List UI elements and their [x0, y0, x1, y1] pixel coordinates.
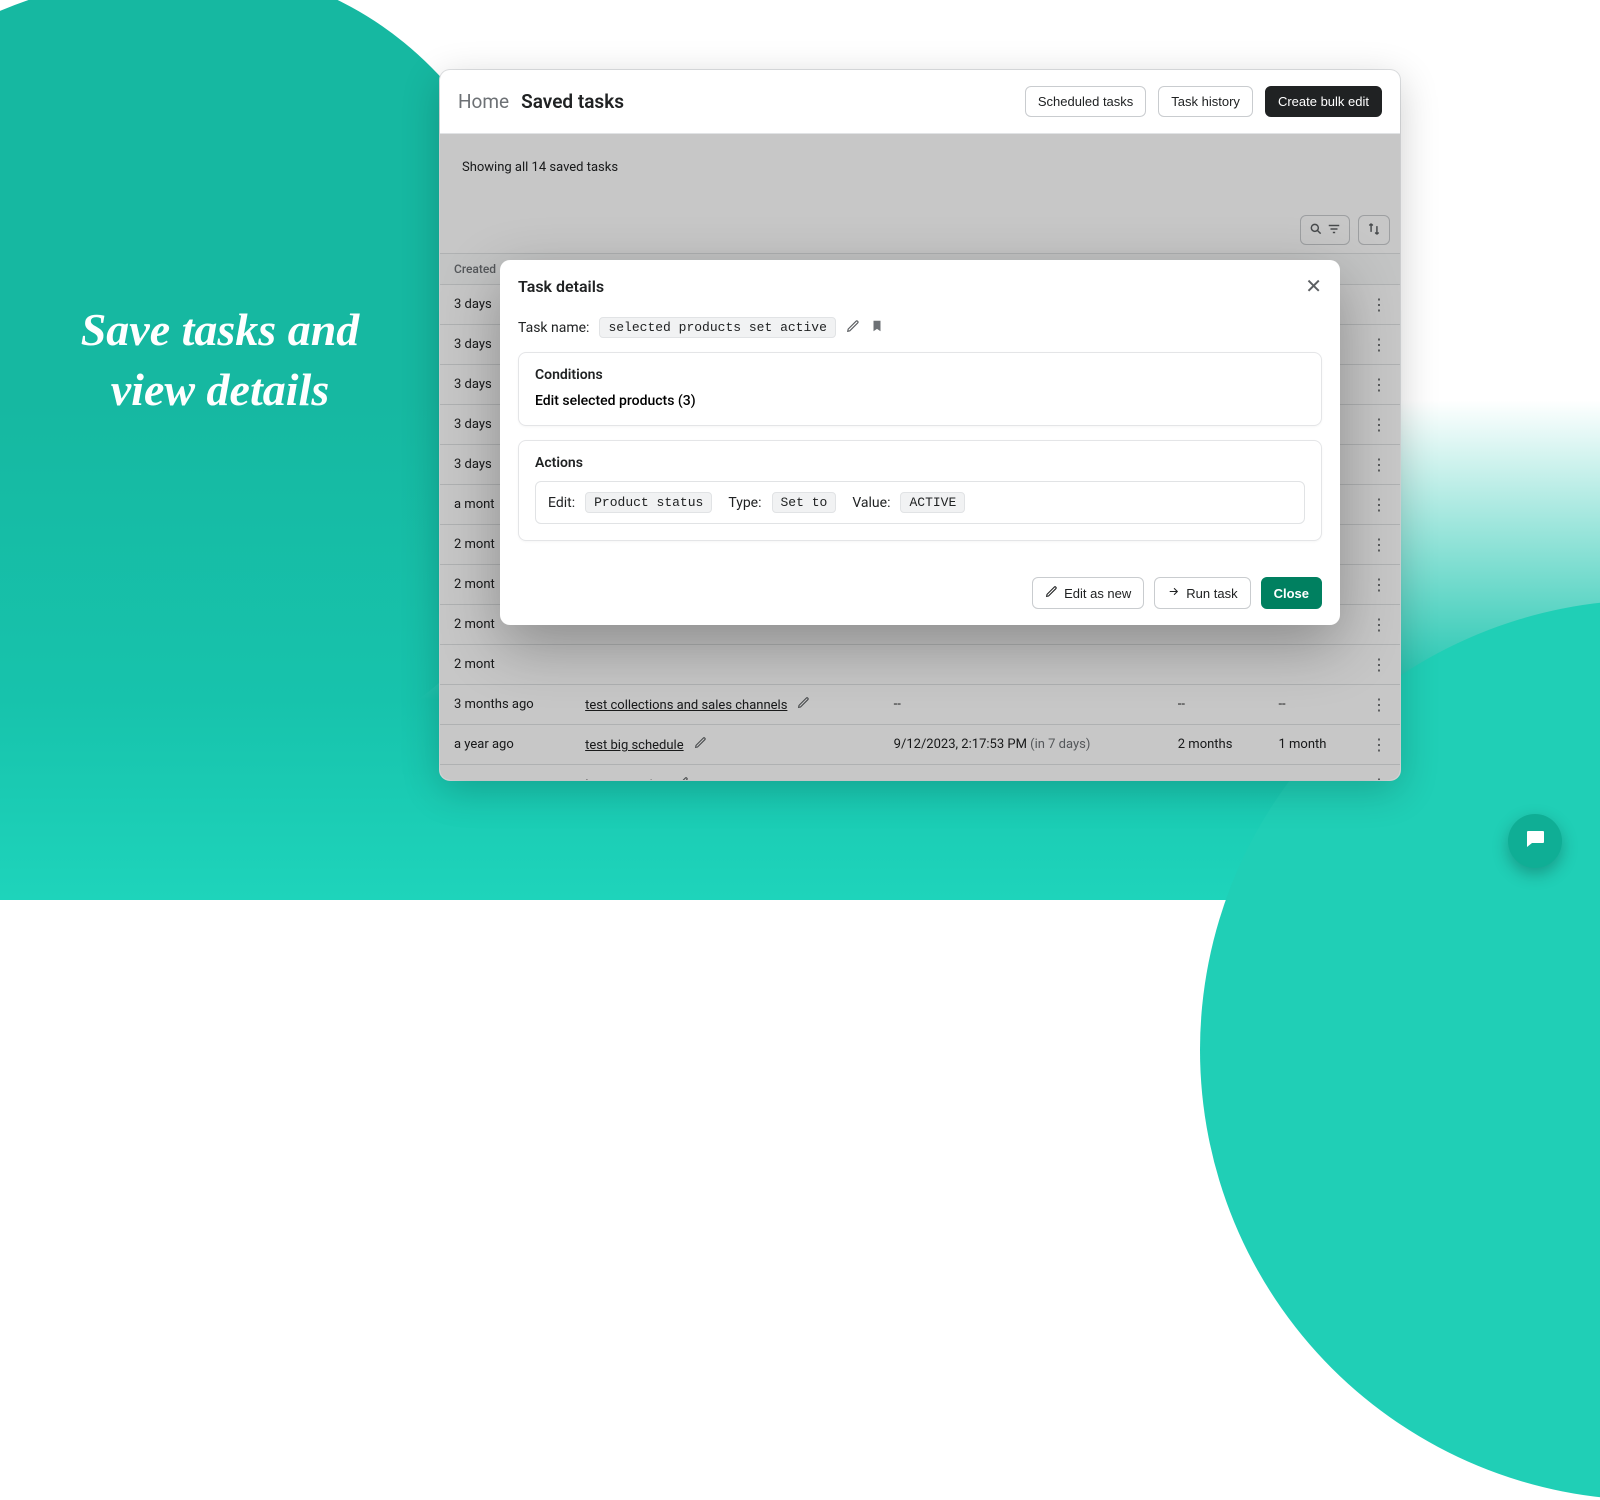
cell-created: 2 mont — [440, 645, 571, 685]
cell-next-run: 9/12/2023, 2:17:53 PM (in 7 days) — [880, 725, 1164, 765]
row-actions-menu[interactable]: ⋮ — [1357, 325, 1400, 365]
row-actions-menu[interactable]: ⋮ — [1357, 725, 1400, 765]
value-label: Value: — [852, 495, 890, 511]
row-actions-menu[interactable]: ⋮ — [1357, 405, 1400, 445]
cell-created: 3 months ago — [440, 685, 571, 725]
breadcrumb-home[interactable]: Home — [458, 90, 509, 113]
row-actions-menu[interactable]: ⋮ — [1357, 645, 1400, 685]
row-actions-menu[interactable]: ⋮ — [1357, 485, 1400, 525]
app-header: Home Saved tasks Scheduled tasks Task hi… — [440, 70, 1400, 134]
row-actions-menu[interactable]: ⋮ — [1357, 565, 1400, 605]
scheduled-tasks-button[interactable]: Scheduled tasks — [1025, 86, 1146, 117]
chat-icon — [1523, 827, 1547, 855]
edit-label: Edit: — [548, 495, 575, 511]
chat-fab[interactable] — [1508, 814, 1562, 868]
cell-col4: -- — [1164, 685, 1265, 725]
cell-col5 — [1264, 645, 1357, 685]
create-bulk-edit-button[interactable]: Create bulk edit — [1265, 86, 1382, 117]
task-details-modal: Task details ✕ Task name: selected produ… — [500, 260, 1340, 625]
table-toolbar — [440, 215, 1400, 253]
search-icon — [1309, 222, 1323, 239]
edit-as-new-button[interactable]: Edit as new — [1032, 577, 1144, 609]
task-name-link[interactable]: test big schedule — [585, 738, 683, 753]
edit-as-new-label: Edit as new — [1064, 586, 1131, 601]
edit-value: Product status — [585, 492, 712, 513]
results-summary: Showing all 14 saved tasks — [440, 134, 1400, 215]
conditions-title: Conditions — [535, 367, 1305, 383]
pencil-icon[interactable] — [797, 698, 810, 713]
pencil-icon — [1045, 585, 1058, 601]
cell-name — [571, 645, 880, 685]
filter-icon — [1327, 222, 1341, 239]
type-label: Type: — [728, 495, 761, 511]
breadcrumb-current: Saved tasks — [521, 90, 624, 113]
search-filter-button[interactable] — [1300, 215, 1350, 245]
cell-col5: -- — [1264, 765, 1357, 781]
run-icon — [1167, 585, 1180, 601]
cell-col4: -- — [1164, 765, 1265, 781]
task-name-label: Task name: — [518, 320, 589, 336]
run-task-button[interactable]: Run task — [1154, 577, 1250, 609]
actions-card: Actions Edit: Product status Type: Set t… — [518, 440, 1322, 541]
conditions-text: Edit selected products (3) — [535, 393, 1305, 409]
row-actions-menu[interactable]: ⋮ — [1357, 285, 1400, 325]
task-name-row: Task name: selected products set active — [518, 317, 1322, 338]
hero-heading: Save tasks and view details — [40, 300, 400, 420]
row-actions-menu[interactable]: ⋮ — [1357, 605, 1400, 645]
cell-next-run — [880, 645, 1164, 685]
bookmark-icon[interactable] — [870, 318, 884, 338]
cell-col5: -- — [1264, 685, 1357, 725]
cell-created: a year ago — [440, 725, 571, 765]
cell-col4 — [1164, 645, 1265, 685]
table-row[interactable]: a year ago test big schedule 9/12/2023, 2:… — [440, 725, 1400, 765]
task-history-button[interactable]: Task history — [1158, 86, 1253, 117]
table-row[interactable]: 3 months ago test collections and sales c… — [440, 685, 1400, 725]
row-actions-menu[interactable]: ⋮ — [1357, 685, 1400, 725]
row-actions-menu[interactable]: ⋮ — [1357, 765, 1400, 781]
cell-col4: 2 months — [1164, 725, 1265, 765]
task-name-value: selected products set active — [599, 317, 835, 338]
cell-next-run: -- — [880, 685, 1164, 725]
task-name-link[interactable]: Increase price — [585, 778, 666, 780]
modal-title: Task details — [518, 277, 604, 296]
action-row: Edit: Product status Type: Set to Value:… — [535, 481, 1305, 524]
cell-name: test big schedule — [571, 725, 880, 765]
type-value: Set to — [772, 492, 837, 513]
cell-name: Increase price — [571, 765, 880, 781]
cell-next-run: -- — [880, 765, 1164, 781]
cell-created: a year ago — [440, 765, 571, 781]
value-value: ACTIVE — [900, 492, 965, 513]
sort-button[interactable] — [1358, 215, 1390, 245]
table-row[interactable]: a year agoIncrease price------⋮ — [440, 765, 1400, 781]
run-task-label: Run task — [1186, 586, 1237, 601]
table-row[interactable]: 2 mont ⋮ — [440, 645, 1400, 685]
edit-name-icon[interactable] — [846, 319, 860, 337]
row-actions-menu[interactable]: ⋮ — [1357, 525, 1400, 565]
sort-icon — [1367, 222, 1381, 239]
row-actions-menu[interactable]: ⋮ — [1357, 445, 1400, 485]
cell-col5: 1 month — [1264, 725, 1357, 765]
task-name-link[interactable]: test collections and sales channels — [585, 698, 787, 713]
cell-name: test collections and sales channels — [571, 685, 880, 725]
actions-title: Actions — [535, 455, 1305, 471]
close-icon[interactable]: ✕ — [1305, 274, 1322, 299]
conditions-card: Conditions Edit selected products (3) — [518, 352, 1322, 426]
row-actions-menu[interactable]: ⋮ — [1357, 365, 1400, 405]
pencil-icon[interactable] — [694, 738, 707, 753]
close-button[interactable]: Close — [1261, 577, 1322, 609]
pencil-icon[interactable] — [676, 778, 689, 780]
